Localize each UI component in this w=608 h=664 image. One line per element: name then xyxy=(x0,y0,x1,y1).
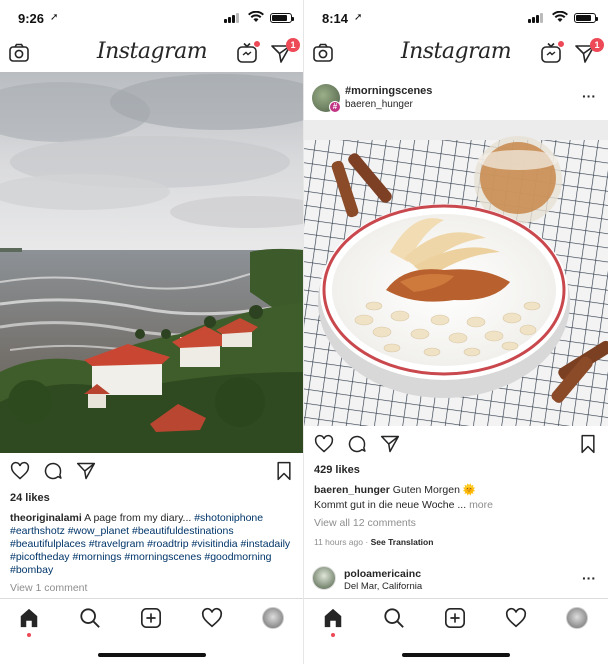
activity-icon[interactable] xyxy=(505,607,527,629)
left-phone-screen: 9:26 ➚ Instagram 1 24 likes theoriginala… xyxy=(0,0,304,664)
post-header: # #morningscenes baeren_hunger ··· xyxy=(304,78,608,118)
top-navigation: Instagram 1 xyxy=(304,36,608,72)
next-post-location[interactable]: Del Mar, California xyxy=(344,581,422,592)
view-comments-link[interactable]: View all 12 comments xyxy=(314,517,600,530)
top-navigation: Instagram 1 xyxy=(0,36,304,72)
likes-count[interactable]: 24 likes xyxy=(10,492,50,504)
bookmark-icon[interactable] xyxy=(578,434,598,454)
search-icon[interactable] xyxy=(383,607,405,629)
heart-icon[interactable] xyxy=(314,434,334,454)
home-indicator xyxy=(402,653,510,657)
heart-icon[interactable] xyxy=(10,461,30,481)
caption-more-link[interactable]: more xyxy=(469,499,493,511)
status-bar: 9:26 ➚ xyxy=(0,0,304,36)
view-comments-link[interactable]: View 1 comment xyxy=(10,582,296,595)
profile-avatar[interactable] xyxy=(262,607,284,629)
home-indicator xyxy=(98,653,206,657)
post-actions xyxy=(0,459,304,487)
hashtag-badge: # xyxy=(329,101,341,113)
dm-badge: 1 xyxy=(590,38,604,52)
caption-text: A page from my diary... xyxy=(84,512,192,524)
bottom-tab-bar xyxy=(0,598,304,664)
add-post-icon[interactable] xyxy=(444,607,466,629)
post-author[interactable]: baeren_hunger xyxy=(345,99,413,110)
next-post-username[interactable]: poloamericainc xyxy=(344,568,421,580)
direct-messages-button[interactable]: 1 xyxy=(574,38,604,64)
cell-signal-icon xyxy=(528,13,544,23)
igtv-button[interactable] xyxy=(236,40,261,64)
igtv-button[interactable] xyxy=(540,40,565,64)
wifi-icon xyxy=(552,11,568,22)
next-post-header: poloamericainc Del Mar, California ··· xyxy=(304,564,608,594)
status-time: 8:14 xyxy=(322,11,349,26)
add-post-icon[interactable] xyxy=(140,607,162,629)
post-caption: baeren_hunger Guten Morgen 🌞 xyxy=(314,484,600,497)
see-translation-link[interactable]: See Translation xyxy=(371,537,434,547)
post-actions xyxy=(304,432,608,460)
share-icon[interactable] xyxy=(380,434,400,454)
more-icon[interactable]: ··· xyxy=(582,88,596,104)
share-icon[interactable] xyxy=(76,461,96,481)
breakfast-bowl-image xyxy=(304,120,608,426)
caption-username[interactable]: baeren_hunger xyxy=(314,484,390,496)
next-post-avatar[interactable] xyxy=(312,566,336,590)
home-activity-dot xyxy=(331,633,335,637)
likes-count[interactable]: 429 likes xyxy=(314,464,360,476)
dm-badge: 1 xyxy=(286,38,300,52)
coastal-landscape-image xyxy=(0,72,304,453)
battery-icon xyxy=(270,13,294,23)
direct-messages-button[interactable]: 1 xyxy=(270,38,300,64)
location-arrow-icon: ➚ xyxy=(354,12,363,23)
caption-text-line1: Guten Morgen 🌞 xyxy=(392,484,476,496)
post-hashtag-title[interactable]: #morningscenes xyxy=(345,85,432,97)
search-icon[interactable] xyxy=(79,607,101,629)
location-arrow-icon: ➚ xyxy=(50,12,59,23)
bottom-tab-bar xyxy=(304,598,608,664)
battery-icon xyxy=(574,13,598,23)
home-activity-dot xyxy=(27,633,31,637)
post-meta: 11 hours ago · See Translation xyxy=(314,537,434,547)
activity-icon[interactable] xyxy=(201,607,223,629)
right-phone-screen: 8:14 ➚ Instagram 1 # #morningscenes baer… xyxy=(304,0,608,664)
post-photo[interactable] xyxy=(304,120,608,426)
more-icon[interactable]: ··· xyxy=(582,570,596,586)
caption-username[interactable]: theoriginalami xyxy=(10,512,82,524)
comment-icon[interactable] xyxy=(43,461,63,481)
wifi-icon xyxy=(248,11,264,22)
post-timestamp: 11 hours ago xyxy=(314,537,363,547)
comment-icon[interactable] xyxy=(347,434,367,454)
profile-avatar[interactable] xyxy=(566,607,588,629)
igtv-notification-dot xyxy=(253,40,261,48)
bookmark-icon[interactable] xyxy=(274,461,294,481)
post-caption: theoriginalami A page from my diary... #… xyxy=(10,512,296,577)
post-photo[interactable] xyxy=(0,72,304,453)
igtv-notification-dot xyxy=(557,40,565,48)
status-bar: 8:14 ➚ xyxy=(304,0,608,36)
post-caption-continued: Kommt gut in die neue Woche ... more xyxy=(314,499,600,512)
status-time: 9:26 xyxy=(18,11,45,26)
caption-text-line2: Kommt gut in die neue Woche ... xyxy=(314,499,467,511)
cell-signal-icon xyxy=(224,13,240,23)
home-icon[interactable] xyxy=(18,607,40,629)
home-icon[interactable] xyxy=(322,607,344,629)
